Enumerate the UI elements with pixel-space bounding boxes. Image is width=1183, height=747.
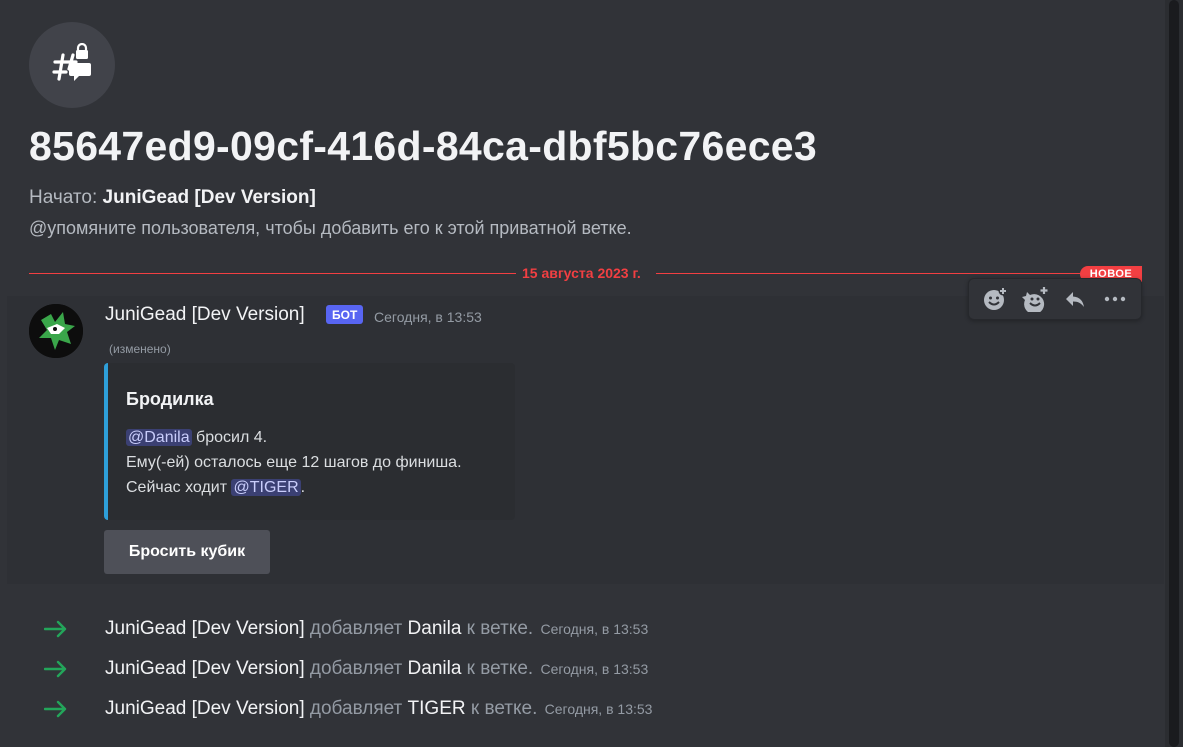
join-arrow-icon [44, 660, 67, 678]
system-message-text: JuniGead [Dev Version] добавляет Danila … [105, 658, 648, 680]
embed-title: Бродилка [126, 389, 214, 409]
embed-line-1-text: бросил 4. [191, 429, 268, 446]
embed-line-1: @Danila бросил 4. [126, 425, 462, 450]
add-reaction-icon[interactable] [977, 281, 1013, 317]
target-name[interactable]: TIGER [408, 698, 466, 719]
reply-icon[interactable] [1057, 281, 1093, 317]
system-timestamp[interactable]: Сегодня, в 13:53 [540, 621, 648, 637]
embed: Бродилка @Danila бросил 4. Ему(-ей) оста… [104, 363, 515, 520]
avatar[interactable] [29, 304, 83, 358]
system-verb: добавляет [304, 698, 408, 719]
system-message-text: JuniGead [Dev Version] добавляет TIGER к… [105, 698, 652, 720]
roll-dice-button[interactable]: Бросить кубик [104, 530, 270, 574]
system-message: JuniGead [Dev Version] добавляет Danila … [0, 614, 1160, 644]
system-timestamp[interactable]: Сегодня, в 13:53 [540, 661, 648, 677]
embed-line-3-prefix: Сейчас ходит [126, 479, 232, 496]
new-messages-divider-right [656, 273, 1080, 274]
private-thread-icon [29, 22, 115, 108]
system-suffix: к ветке. [461, 618, 534, 639]
system-message: JuniGead [Dev Version] добавляет TIGER к… [0, 694, 1160, 724]
system-message-text: JuniGead [Dev Version] добавляет Danila … [105, 618, 648, 640]
system-timestamp[interactable]: Сегодня, в 13:53 [545, 701, 653, 717]
user-mention[interactable]: @TIGER [231, 479, 301, 496]
scrollbar-track[interactable] [1165, 0, 1183, 747]
edited-label: (изменено) [109, 342, 171, 356]
mention-hint: @упомяните пользователя, чтобы добавить … [29, 218, 632, 238]
embed-line-3: Сейчас ходит @TIGER. [126, 475, 462, 500]
system-verb: добавляет [304, 658, 408, 679]
embed-line-3-suffix: . [300, 479, 306, 496]
target-name[interactable]: Danila [408, 618, 462, 639]
embed-description: @Danila бросил 4. Ему(-ей) осталось еще … [126, 425, 462, 500]
thread-title: 85647ed9-09cf-416d-84ca-dbf5bc76ece3 [29, 123, 817, 169]
system-suffix: к ветке. [465, 698, 538, 719]
message-author[interactable]: JuniGead [Dev Version] [105, 304, 305, 326]
message-timestamp[interactable]: Сегодня, в 13:53 [374, 309, 482, 325]
embed-line-2: Ему(-ей) осталось еще 12 шагов до финиша… [126, 454, 462, 471]
join-arrow-icon [44, 620, 67, 638]
bot-tag: БОТ [326, 305, 364, 324]
join-arrow-icon [44, 700, 67, 718]
user-mention[interactable]: @Danila [126, 429, 192, 446]
divider-date: 15 августа 2023 г. [516, 265, 647, 281]
actor-name[interactable]: JuniGead [Dev Version] [105, 618, 305, 639]
actor-name[interactable]: JuniGead [Dev Version] [105, 698, 305, 719]
actor-name[interactable]: JuniGead [Dev Version] [105, 658, 305, 679]
started-label: Начато: [29, 187, 98, 208]
system-verb: добавляет [304, 618, 408, 639]
thread-started-by: Начато: JuniGead [Dev Version] [29, 187, 316, 209]
super-reaction-icon[interactable] [1017, 281, 1053, 317]
message-actions-toolbar [968, 278, 1142, 320]
system-suffix: к ветке. [461, 658, 534, 679]
target-name[interactable]: Danila [408, 658, 462, 679]
started-by-user[interactable]: JuniGead [Dev Version] [103, 187, 316, 208]
system-message: JuniGead [Dev Version] добавляет Danila … [0, 654, 1160, 684]
new-messages-divider-left [29, 273, 516, 274]
more-icon[interactable] [1097, 281, 1133, 317]
scrollbar-thumb[interactable] [1169, 0, 1179, 747]
